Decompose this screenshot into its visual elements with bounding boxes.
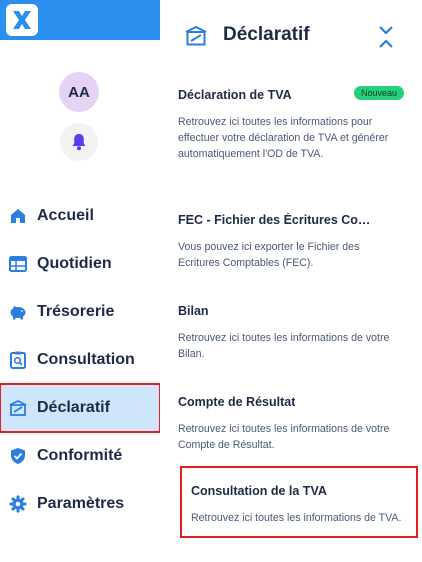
declaration-icon xyxy=(185,25,207,46)
declaratif-panel: Déclaratif Déclaration de TVA Nouveau Re… xyxy=(160,0,422,562)
sidebar-item-label: Accueil xyxy=(37,207,94,224)
panel-header: Déclaratif xyxy=(160,0,422,72)
menu-item-title: Consultation de la TVA xyxy=(191,483,327,498)
brand-bar xyxy=(0,0,160,40)
menu-item-title: FEC - Fichier des Écritures Comptables xyxy=(178,212,378,227)
menu-item-description: Vous pouvez ici exporter le Fichier des … xyxy=(178,241,360,269)
user-avatar[interactable]: AA xyxy=(59,72,99,112)
menu-item-declaration-tva[interactable]: Déclaration de TVA Nouveau Retrouvez ici… xyxy=(178,86,404,162)
menu-item-description: Retrouvez ici toutes les informations de… xyxy=(178,332,390,360)
menu-item-consultation-tva[interactable]: Consultation de la TVA Retrouvez ici tou… xyxy=(180,466,418,538)
sidebar-item-label: Trésorerie xyxy=(37,303,115,320)
gear-icon xyxy=(9,495,27,513)
sidebar-item-label: Paramètres xyxy=(37,495,125,512)
shield-check-icon xyxy=(9,447,27,465)
sidebar-item-parametres[interactable]: Paramètres xyxy=(0,480,160,528)
declaration-icon xyxy=(9,399,27,417)
sidebar: AA Accueil Quotidien Trésorerie Consulta… xyxy=(0,0,161,562)
logo-x-icon xyxy=(13,11,31,29)
sidebar-item-label: Quotidien xyxy=(37,255,112,272)
notifications-button[interactable] xyxy=(60,123,98,161)
menu-item-title: Compte de Résultat xyxy=(178,394,296,409)
menu-item-description: Retrouvez ici toutes les informations po… xyxy=(178,116,389,160)
app-logo[interactable] xyxy=(6,4,38,36)
menu-item-title: Bilan xyxy=(178,303,209,318)
calendar-grid-icon xyxy=(9,255,27,273)
menu-item-compte-resultat[interactable]: Compte de Résultat Retrouvez ici toutes … xyxy=(178,393,404,453)
new-badge: Nouveau xyxy=(353,86,404,100)
sidebar-item-declaratif[interactable]: Déclaratif xyxy=(0,383,161,433)
sidebar-item-quotidien[interactable]: Quotidien xyxy=(0,240,160,288)
clipboard-search-icon xyxy=(9,351,27,369)
home-icon xyxy=(9,207,27,225)
collapse-chevrons-icon xyxy=(379,26,393,48)
sidebar-item-consultation[interactable]: Consultation xyxy=(0,336,160,384)
menu-item-description: Retrouvez ici toutes les informations de… xyxy=(191,512,402,524)
menu-item-title: Déclaration de TVA xyxy=(178,87,292,102)
sidebar-item-tresorerie[interactable]: Trésorerie xyxy=(0,288,160,336)
bell-icon xyxy=(72,134,86,151)
piggy-bank-icon xyxy=(9,303,27,321)
sidebar-item-label: Conformité xyxy=(37,447,123,464)
menu-item-bilan[interactable]: Bilan Retrouvez ici toutes les informati… xyxy=(178,302,404,362)
sidebar-item-conformite[interactable]: Conformité xyxy=(0,432,160,480)
sidebar-item-label: Déclaratif xyxy=(37,399,110,416)
collapse-button[interactable] xyxy=(375,24,397,50)
sidebar-item-label: Consultation xyxy=(37,351,135,368)
panel-title: Déclaratif xyxy=(223,24,310,45)
menu-item-description: Retrouvez ici toutes les informations de… xyxy=(178,423,390,451)
menu-item-fec[interactable]: FEC - Fichier des Écritures Comptables V… xyxy=(178,211,404,271)
sidebar-item-accueil[interactable]: Accueil xyxy=(0,192,160,240)
